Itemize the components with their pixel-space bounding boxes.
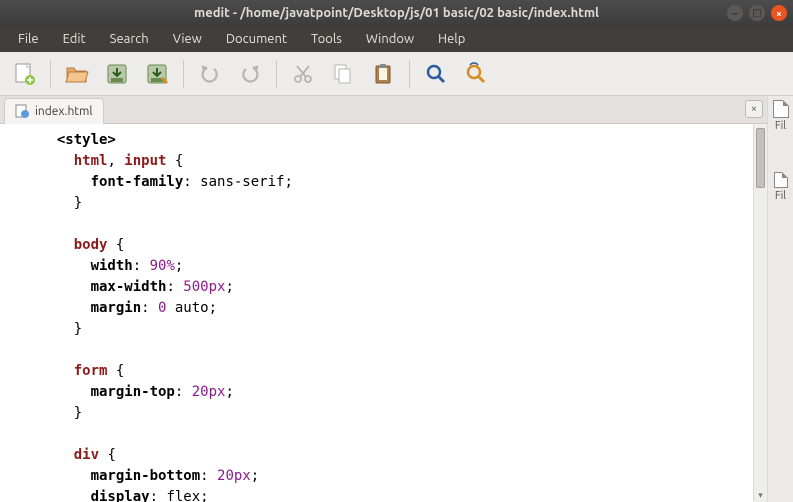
menu-window[interactable]: Window (354, 28, 426, 50)
side-panel-tab-1[interactable]: Fil (773, 100, 789, 132)
folder-open-icon (65, 62, 89, 86)
toolbar-separator (183, 60, 184, 88)
toolbar (0, 52, 793, 96)
document-icon (774, 172, 788, 188)
html-file-icon (15, 104, 29, 118)
find-replace-button[interactable] (458, 56, 494, 92)
maximize-button[interactable]: □ (749, 5, 765, 21)
save-icon (105, 62, 129, 86)
side-panel: Fil Fil (767, 96, 793, 502)
close-button[interactable]: × (771, 5, 787, 21)
document-icon (773, 100, 789, 118)
code-wrap: <style> html, input { font-family: sans-… (0, 124, 767, 502)
tab-close-button[interactable]: × (745, 100, 763, 118)
save-button[interactable] (99, 56, 135, 92)
scissors-icon (291, 62, 315, 86)
tab-strip: index.html × (0, 96, 767, 124)
find-button[interactable] (418, 56, 454, 92)
menu-search[interactable]: Search (98, 28, 161, 50)
save-as-icon (145, 62, 169, 86)
search-replace-icon (464, 62, 488, 86)
toolbar-separator (50, 60, 51, 88)
editor-pane: index.html × <style> html, input { font-… (0, 96, 767, 502)
menu-help[interactable]: Help (426, 28, 477, 50)
open-file-button[interactable] (59, 56, 95, 92)
menu-tools[interactable]: Tools (299, 28, 354, 50)
window-controls: – □ × (727, 5, 787, 21)
toolbar-separator (409, 60, 410, 88)
minimize-button[interactable]: – (727, 5, 743, 21)
new-file-icon (12, 62, 36, 86)
scroll-down-arrow[interactable]: ▾ (754, 488, 767, 502)
menu-edit[interactable]: Edit (51, 28, 98, 50)
titlebar: medit - /home/javatpoint/Desktop/js/01 b… (0, 0, 793, 26)
paste-button[interactable] (365, 56, 401, 92)
menubar: File Edit Search View Document Tools Win… (0, 26, 793, 52)
new-file-button[interactable] (6, 56, 42, 92)
copy-icon (331, 62, 355, 86)
cut-button[interactable] (285, 56, 321, 92)
scroll-thumb[interactable] (756, 128, 765, 188)
save-as-button[interactable] (139, 56, 175, 92)
undo-icon (198, 62, 222, 86)
tab-label: index.html (35, 105, 93, 118)
menu-file[interactable]: File (6, 28, 51, 50)
menu-document[interactable]: Document (214, 28, 299, 50)
search-icon (424, 62, 448, 86)
menu-view[interactable]: View (161, 28, 214, 50)
copy-button[interactable] (325, 56, 361, 92)
tab-active[interactable]: index.html (4, 98, 104, 124)
side-panel-tab-2[interactable]: Fil (774, 172, 788, 202)
side-label: Fil (775, 120, 786, 132)
main-area: index.html × <style> html, input { font-… (0, 96, 793, 502)
vertical-scrollbar[interactable]: ▾ (753, 124, 767, 502)
window-title: medit - /home/javatpoint/Desktop/js/01 b… (6, 6, 787, 20)
side-label: Fil (775, 190, 786, 202)
redo-icon (238, 62, 262, 86)
clipboard-icon (371, 62, 395, 86)
code-area[interactable]: <style> html, input { font-family: sans-… (0, 124, 753, 502)
undo-button[interactable] (192, 56, 228, 92)
redo-button[interactable] (232, 56, 268, 92)
toolbar-separator (276, 60, 277, 88)
